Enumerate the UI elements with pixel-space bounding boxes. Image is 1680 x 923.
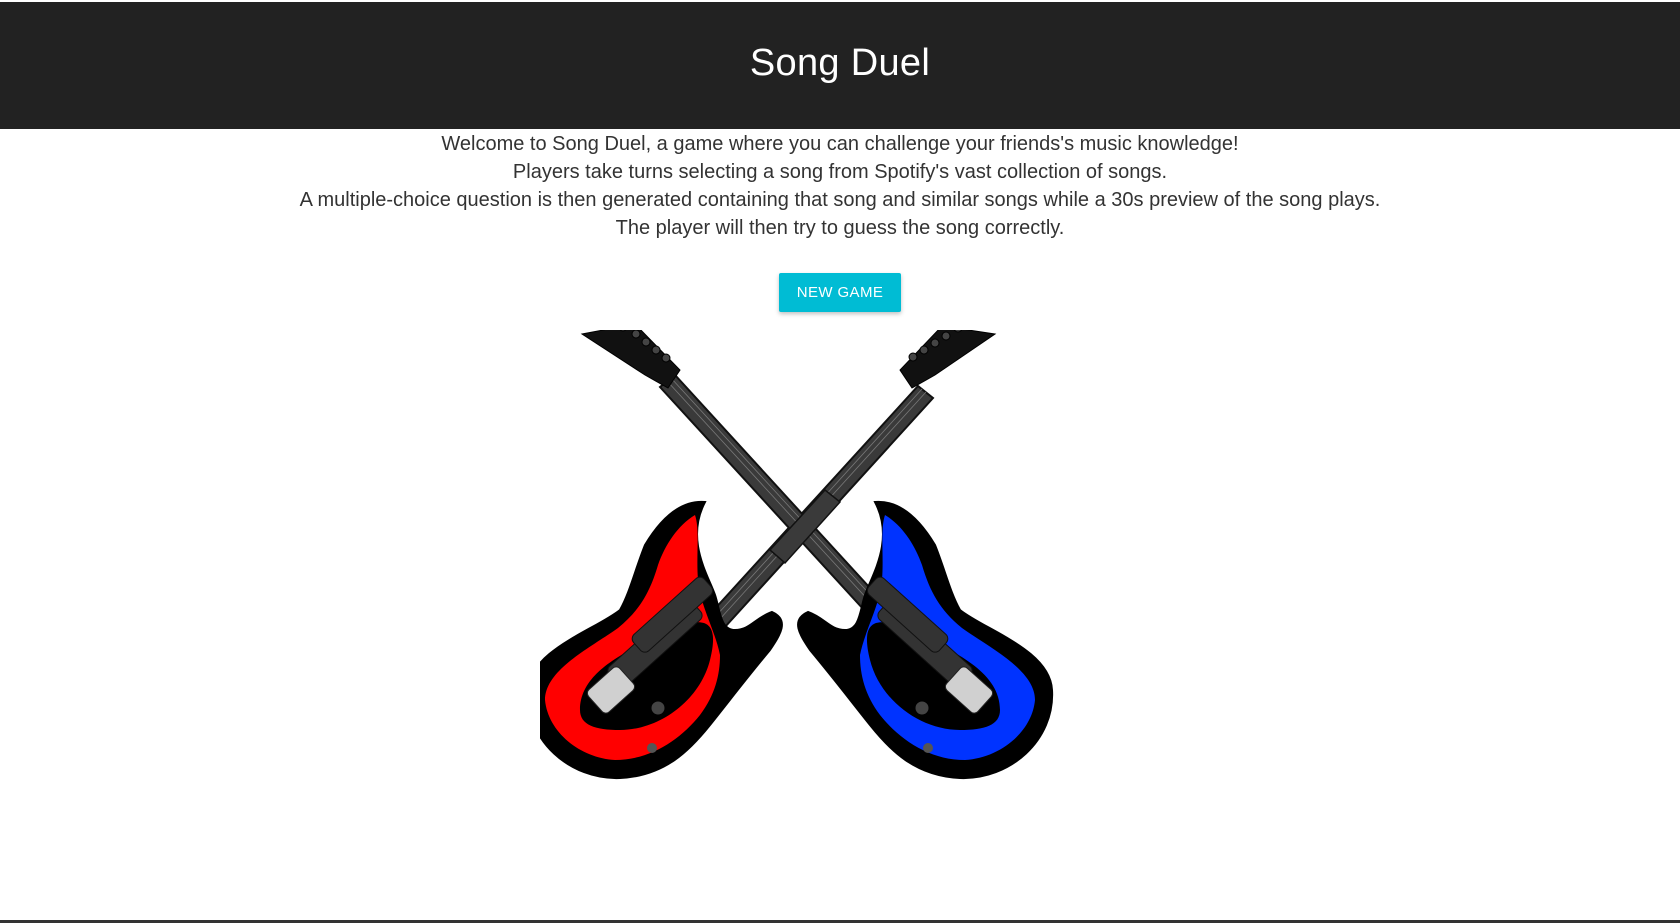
intro-text: Welcome to Song Duel, a game where you c…	[0, 129, 1680, 242]
app-header: Song Duel	[0, 2, 1680, 129]
blue-guitar-body	[797, 500, 1054, 780]
new-game-button[interactable]: NEW GAME	[778, 273, 902, 312]
page: Song Duel Welcome to Song Duel, a game w…	[0, 0, 1680, 923]
intro-line-1: Welcome to Song Duel, a game where you c…	[441, 133, 1239, 155]
button-row: NEW GAME	[0, 273, 1680, 312]
intro-line-3: A multiple-choice question is then gener…	[299, 189, 1381, 211]
intro-line-4: The player will then try to guess the so…	[615, 217, 1065, 239]
crossed-guitars-image	[540, 330, 1054, 780]
red-guitar-headstock	[899, 330, 997, 389]
page-title: Song Duel	[749, 42, 931, 84]
red-guitar-body	[540, 500, 783, 780]
blue-guitar-headstock	[580, 330, 681, 389]
intro-line-2: Players take turns selecting a song from…	[512, 161, 1168, 183]
